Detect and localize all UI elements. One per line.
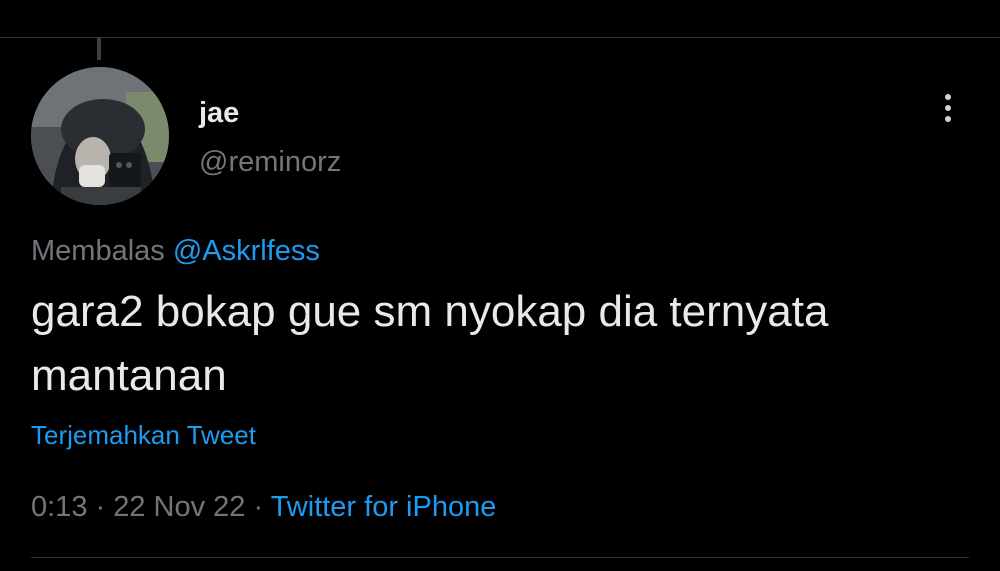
author-handle[interactable]: @reminorz — [199, 145, 341, 179]
translate-tweet-link[interactable]: Terjemahkan Tweet — [31, 419, 256, 451]
avatar[interactable] — [31, 67, 169, 205]
tweet-time[interactable]: 0:13 — [31, 491, 87, 523]
more-vertical-icon-dot — [945, 116, 951, 122]
more-vertical-icon-dot — [945, 105, 951, 111]
tweet-text: gara2 bokap gue sm nyokap dia ternyata m… — [31, 287, 829, 400]
top-divider — [0, 37, 1000, 38]
meta-separator: · — [245, 491, 271, 523]
replying-to-mention[interactable]: @Askrlfess — [173, 235, 320, 267]
tweet-source[interactable]: Twitter for iPhone — [271, 491, 497, 523]
bottom-divider — [31, 557, 969, 558]
tweet-date[interactable]: 22 Nov 22 — [113, 491, 245, 523]
author-display-name[interactable]: jae — [199, 96, 239, 130]
meta-separator: · — [87, 491, 114, 523]
replying-to-label: Membalas — [31, 235, 173, 267]
tweet-meta: 0:13 · 22 Nov 22 · Twitter for iPhone — [31, 490, 496, 524]
more-options-button[interactable] — [928, 88, 968, 128]
thread-connector-line — [97, 38, 101, 60]
more-vertical-icon — [945, 94, 951, 100]
replying-to: Membalas @Askrlfess — [31, 234, 320, 268]
profile-photo-icon — [31, 67, 169, 205]
